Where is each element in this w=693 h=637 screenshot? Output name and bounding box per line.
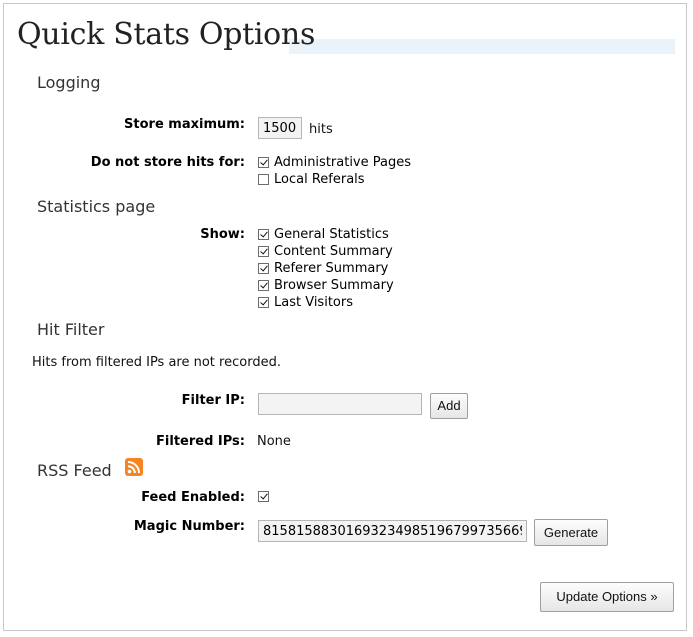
checkbox-row-referer-summary[interactable]: Referer Summary [258,260,388,277]
store-maximum-label: Store maximum: [124,117,245,132]
checkbox-row-content-summary[interactable]: Content Summary [258,243,393,260]
do-not-store-label: Do not store hits for: [90,155,245,170]
rss-icon [125,458,143,476]
feed-enabled-checkbox[interactable] [258,491,269,502]
browser-summary-checkbox[interactable] [258,280,269,291]
section-heading-logging: Logging [37,73,101,92]
filter-ip-label: Filter IP: [181,393,245,408]
show-label: Show: [200,227,245,242]
local-referals-label: Local Referals [274,172,365,187]
referer-summary-label: Referer Summary [274,261,389,276]
filter-ip-input[interactable] [258,393,422,415]
last-visitors-checkbox[interactable] [258,297,269,308]
magic-number-input[interactable] [258,520,527,542]
filtered-ips-label: Filtered IPs: [156,434,245,449]
filtered-ips-value: None [257,434,291,449]
local-referals-checkbox[interactable] [258,174,269,185]
last-visitors-label: Last Visitors [274,295,353,310]
checkbox-row-last-visitors[interactable]: Last Visitors [258,294,353,311]
generate-button[interactable]: Generate [534,519,608,546]
hit-filter-description: Hits from filtered IPs are not recorded. [32,355,281,370]
section-heading-rss-feed: RSS Feed [37,461,112,480]
magic-number-label: Magic Number: [133,519,245,534]
general-statistics-checkbox[interactable] [258,229,269,240]
administrative-pages-checkbox[interactable] [258,157,269,168]
browser-summary-label: Browser Summary [274,278,394,293]
page-title: Quick Stats Options [17,17,316,52]
checkbox-row-administrative-pages[interactable]: Administrative Pages [258,154,411,171]
section-heading-statistics-page: Statistics page [37,197,156,216]
feed-enabled-row[interactable] [258,488,274,505]
title-underline-band [289,39,675,54]
checkbox-row-local-referals[interactable]: Local Referals [258,171,365,188]
general-statistics-label: General Statistics [274,227,389,242]
referer-summary-checkbox[interactable] [258,263,269,274]
content-summary-checkbox[interactable] [258,246,269,257]
feed-enabled-label: Feed Enabled: [141,490,245,505]
section-heading-hit-filter: Hit Filter [37,320,105,339]
update-options-button[interactable]: Update Options » [540,582,674,612]
store-maximum-unit: hits [309,122,333,137]
store-maximum-input[interactable] [258,117,302,139]
checkbox-row-general-statistics[interactable]: General Statistics [258,226,389,243]
checkbox-row-browser-summary[interactable]: Browser Summary [258,277,394,294]
administrative-pages-label: Administrative Pages [274,155,412,170]
content-summary-label: Content Summary [274,244,393,259]
add-ip-button[interactable]: Add [430,393,468,419]
